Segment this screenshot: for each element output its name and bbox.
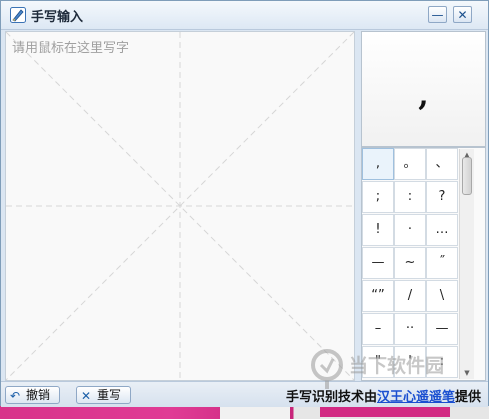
symbol-key[interactable]: 。 bbox=[394, 148, 426, 180]
symbol-key[interactable]: ; bbox=[362, 181, 394, 213]
pen-icon bbox=[10, 7, 26, 23]
credit-prefix: 手写识别技术由 bbox=[286, 390, 378, 405]
clear-icon: ✕ bbox=[81, 389, 92, 403]
minimize-button[interactable]: — bbox=[428, 6, 447, 23]
canvas-placeholder: 请用鼠标在这里写字 bbox=[12, 41, 130, 56]
watermark-logo-icon bbox=[311, 349, 343, 389]
candidate-character: , bbox=[418, 78, 429, 113]
rewrite-button[interactable]: ✕ 重写 bbox=[76, 386, 131, 404]
window-title: 手写输入 bbox=[31, 10, 84, 25]
symbol-key[interactable]: ! bbox=[362, 214, 394, 246]
symbol-key[interactable]: ˝ bbox=[426, 247, 458, 279]
symbol-key[interactable]: ·· bbox=[394, 313, 426, 345]
symbol-key[interactable]: “” bbox=[362, 280, 394, 312]
credit-link-suffix[interactable]: 心遥遥笔 bbox=[403, 390, 455, 405]
symbol-key[interactable]: / bbox=[394, 280, 426, 312]
title-bar[interactable]: 手写输入 — ✕ bbox=[1, 1, 488, 30]
symbol-key[interactable]: — bbox=[362, 247, 394, 279]
canvas-guide-lines bbox=[6, 32, 354, 380]
symbol-key[interactable]: 、 bbox=[426, 148, 458, 180]
symbol-key[interactable]: ? bbox=[426, 181, 458, 213]
symbol-key[interactable]: \ bbox=[426, 280, 458, 312]
candidate-preview[interactable]: , bbox=[361, 31, 486, 147]
credit-link[interactable]: 汉王 bbox=[377, 390, 403, 405]
handwriting-window: 手写输入 — ✕ 请用鼠标在这里写字 , ,。、;:?! ·… — ~ ˝ “” / \ – ··… bbox=[0, 0, 489, 407]
handwriting-canvas[interactable]: 请用鼠标在这里写字 bbox=[5, 31, 355, 381]
watermark-text: 当下软件园 bbox=[349, 355, 445, 377]
symbol-key[interactable]: , bbox=[362, 148, 394, 180]
symbol-key[interactable]: · bbox=[394, 214, 426, 246]
credit-suffix: 提供 bbox=[455, 390, 482, 405]
scroll-thumb[interactable] bbox=[462, 157, 472, 195]
symbol-key[interactable]: — bbox=[426, 313, 458, 345]
undo-label: 撤销 bbox=[26, 388, 51, 402]
close-button[interactable]: ✕ bbox=[453, 6, 472, 23]
symbol-key[interactable]: … bbox=[426, 214, 458, 246]
symbol-key[interactable]: : bbox=[394, 181, 426, 213]
symbol-key[interactable]: – bbox=[362, 313, 394, 345]
rewrite-label: 重写 bbox=[97, 388, 122, 402]
symbol-scrollbar[interactable]: ▲ ▼ bbox=[459, 149, 474, 379]
site-watermark: 当下软件园 bbox=[309, 347, 479, 391]
undo-icon: ↶ bbox=[10, 389, 21, 403]
symbol-key[interactable]: ~ bbox=[394, 247, 426, 279]
undo-button[interactable]: ↶ 撤销 bbox=[5, 386, 60, 404]
